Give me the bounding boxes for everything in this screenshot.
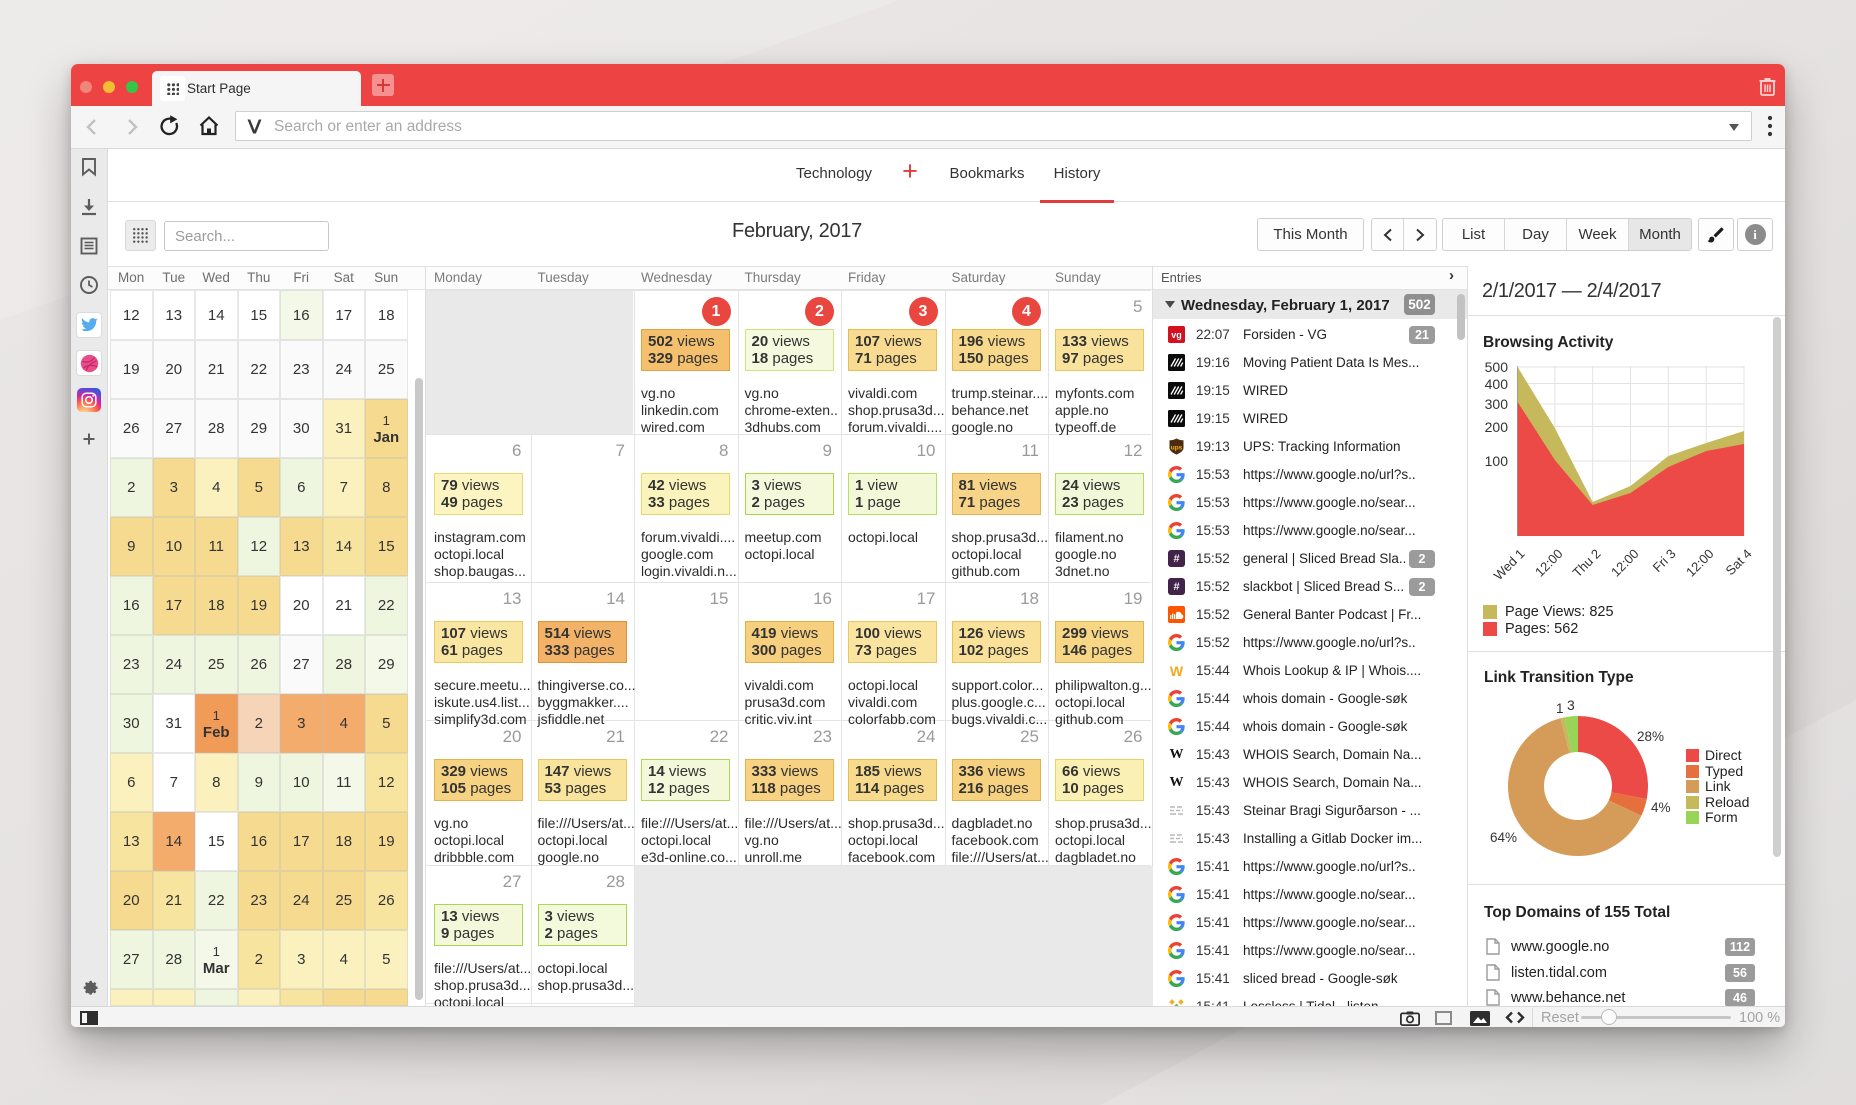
svg-text:ups: ups <box>1171 445 1183 452</box>
